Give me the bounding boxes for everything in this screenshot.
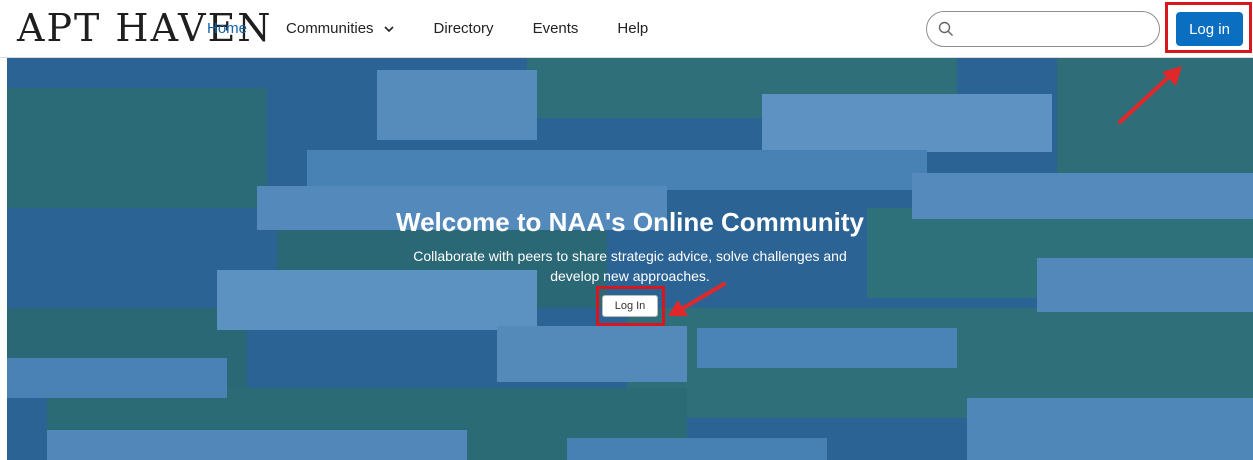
site-header: APT HAVEN Home Communities Directory Eve…: [0, 0, 1253, 58]
nav-help[interactable]: Help: [617, 18, 648, 40]
search-input[interactable]: [961, 18, 1151, 40]
nav-help-label: Help: [617, 20, 649, 37]
nav-communities[interactable]: Communities: [286, 18, 395, 40]
red-arrow-icon: [1118, 66, 1182, 124]
nav-home-label: Home: [207, 20, 248, 37]
nav-communities-label: Communities: [286, 20, 374, 37]
search-box[interactable]: [926, 11, 1160, 47]
nav-home[interactable]: Home: [207, 18, 247, 40]
search-icon: [938, 21, 953, 36]
chevron-down-icon: [383, 26, 394, 33]
nav-directory-label: Directory: [433, 20, 494, 37]
main-nav: Home Communities Directory Events Help: [207, 18, 687, 40]
nav-events[interactable]: Events: [533, 18, 579, 40]
annotation-box-header-login: [1165, 2, 1252, 53]
nav-directory[interactable]: Directory: [434, 18, 494, 40]
annotation-box-hero-login: [596, 286, 665, 326]
red-arrow-icon: [668, 282, 726, 316]
hero-title: Welcome to NAA's Online Community: [396, 207, 864, 237]
nav-events-label: Events: [532, 20, 579, 37]
hero-banner: Welcome to NAA's Online Community Collab…: [7, 58, 1253, 460]
hero-subtitle: Collaborate with peers to share strategi…: [413, 248, 847, 284]
